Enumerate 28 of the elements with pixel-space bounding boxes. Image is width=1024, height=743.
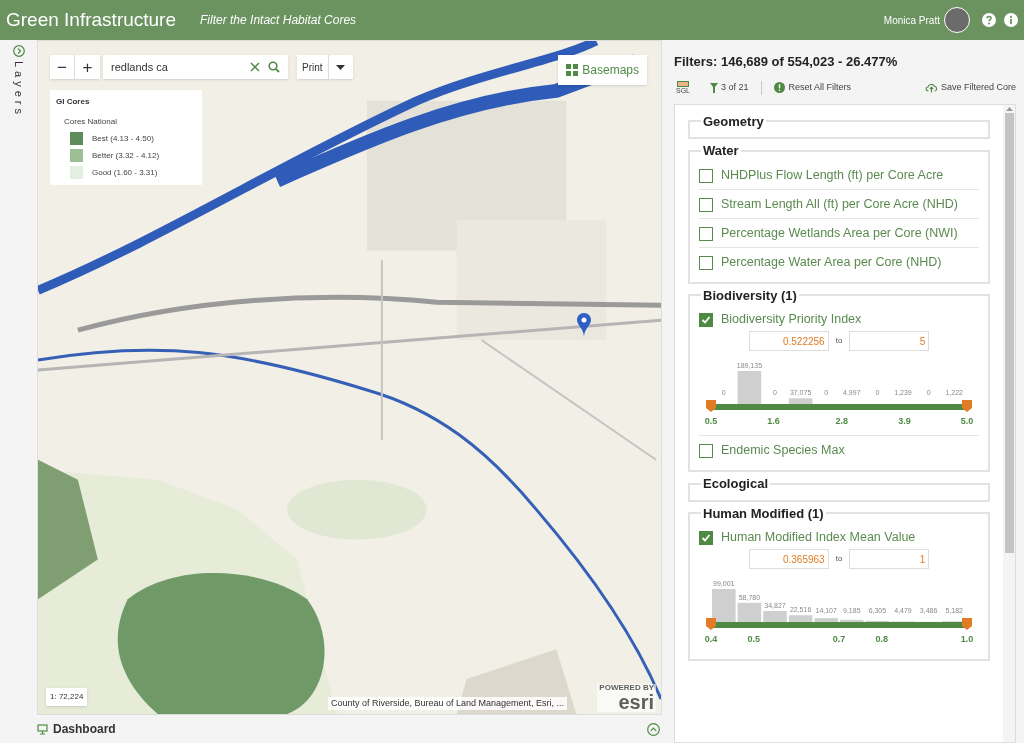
- axis-tick-label: 0.8: [875, 634, 888, 644]
- app-title: Green Infrastructure: [6, 7, 177, 32]
- group-title: Human Modified (1): [702, 504, 825, 523]
- group-title: Geometry: [702, 112, 765, 131]
- legend-label: Good (1.60 - 3.31): [92, 166, 158, 179]
- axis-tick-label: 1.0: [960, 634, 974, 644]
- range-separator: to: [835, 553, 843, 565]
- scale-label: 1: 72,224: [46, 688, 88, 706]
- legend-label: Best (4.13 - 4.50): [92, 132, 154, 145]
- esri-logo: POWERED BY esri: [597, 684, 656, 712]
- range-separator: to: [835, 335, 843, 347]
- axis-tick-label: 1.6: [767, 416, 780, 426]
- axis-tick-label: 3.9: [898, 416, 911, 426]
- axis-tick-label: 0.5: [704, 416, 718, 426]
- legend-title: GI Cores: [56, 96, 91, 108]
- axis-tick-label: 0.7: [832, 634, 846, 644]
- legend-subtitle: Cores National: [64, 116, 118, 128]
- group-title: Water: [702, 142, 740, 160]
- filter-count: 3 of 21: [721, 80, 749, 94]
- axis-tick-label: 2.8: [835, 416, 849, 426]
- group-title: Biodiversity (1): [702, 286, 798, 305]
- app-subtitle: Filter the Intact Habitat Cores: [200, 12, 357, 29]
- axis-tick-label: 5.0: [960, 416, 974, 426]
- axis-tick-label: 0.5: [747, 634, 760, 644]
- group-title: Ecological: [702, 475, 770, 493]
- filter-summary: Filters: 146,689 of 554,023 - 26.477%: [674, 53, 899, 71]
- legend-label: Better (3.32 - 4.12): [92, 149, 160, 162]
- axis-tick-label: 0.4: [704, 634, 718, 644]
